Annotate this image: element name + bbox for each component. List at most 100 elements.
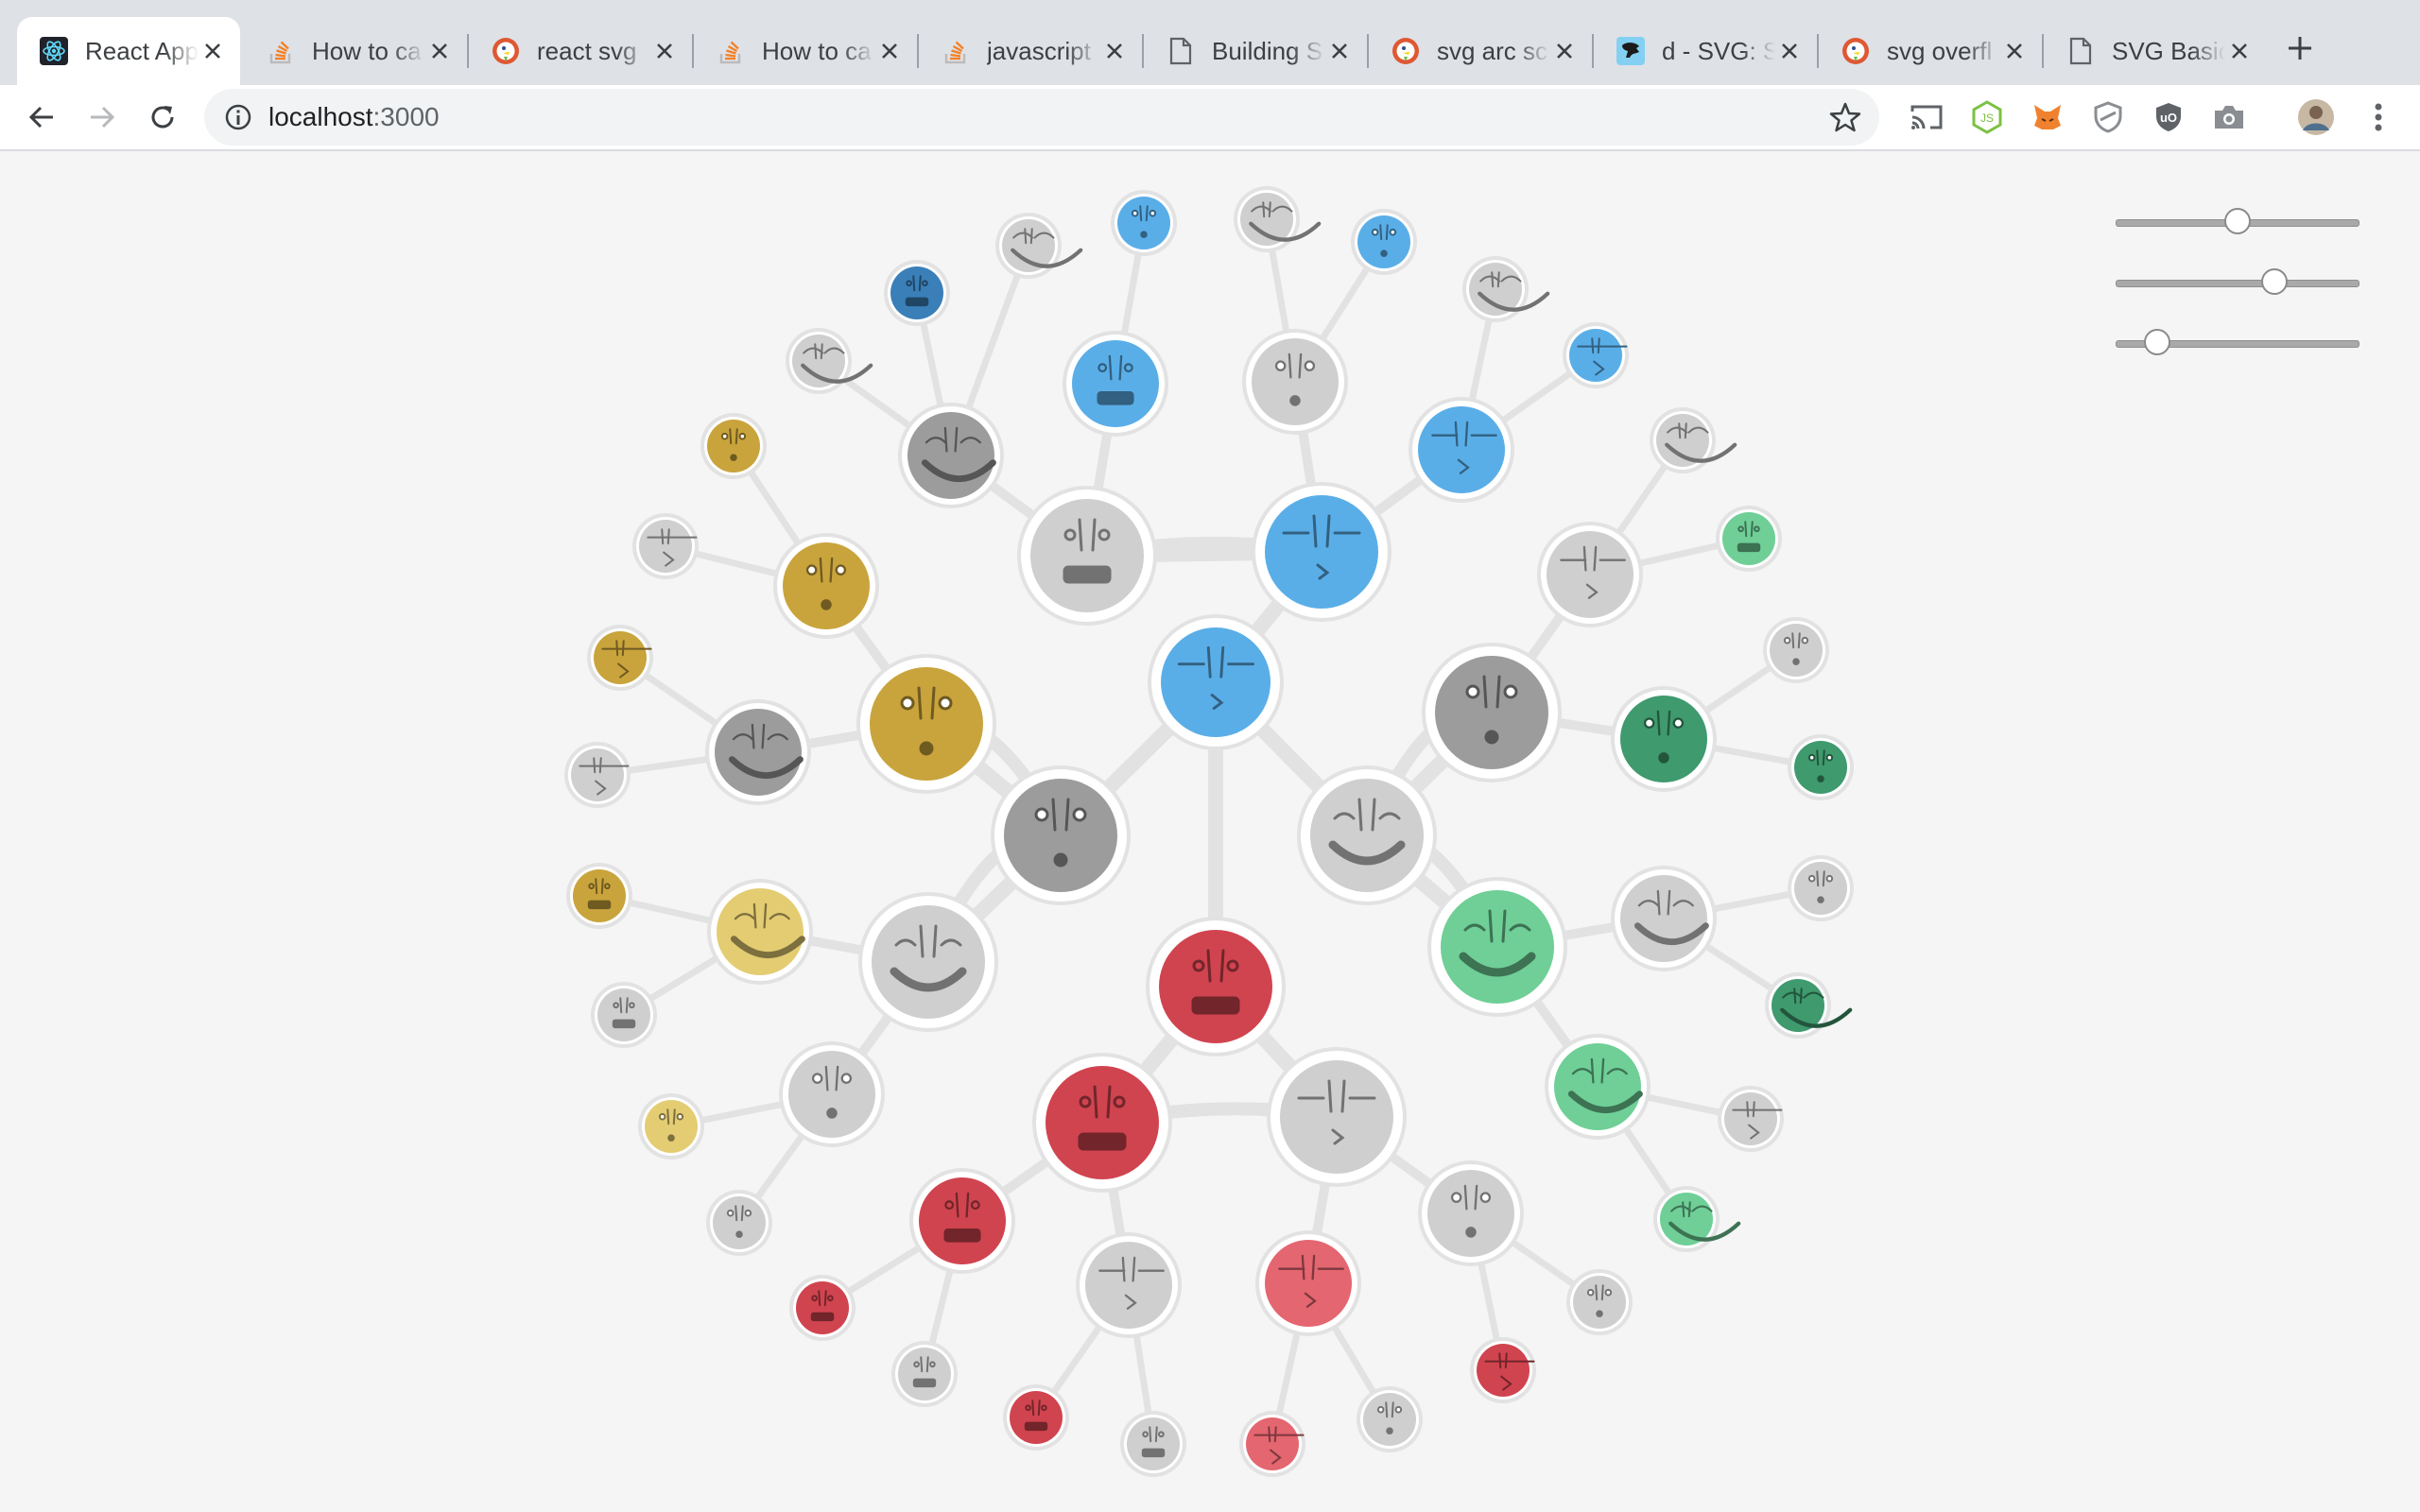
face-node[interactable] [1297, 765, 1437, 905]
face-node[interactable] [1032, 1053, 1172, 1193]
slider-thumb[interactable] [2143, 329, 2170, 355]
slider-2[interactable] [2116, 265, 2360, 302]
face-node[interactable] [1716, 506, 1782, 572]
browser-tab[interactable]: React App [17, 17, 240, 85]
face-node[interactable] [1763, 617, 1829, 683]
close-icon[interactable] [425, 37, 454, 65]
close-icon[interactable] [199, 37, 227, 65]
face-node[interactable] [909, 1168, 1015, 1274]
face-node[interactable] [1788, 855, 1854, 921]
close-icon[interactable] [2225, 37, 2254, 65]
close-icon[interactable] [650, 37, 679, 65]
face-node[interactable] [1427, 877, 1567, 1017]
face-node[interactable] [991, 765, 1131, 905]
face-node[interactable] [858, 892, 998, 1032]
face-node[interactable] [700, 413, 767, 479]
face-node[interactable] [1545, 1034, 1651, 1140]
face-node[interactable] [856, 654, 996, 794]
face-node[interactable] [1017, 486, 1157, 626]
slider-track[interactable] [2116, 280, 2360, 287]
slider-1[interactable] [2116, 204, 2360, 242]
face-node[interactable] [1076, 1232, 1182, 1338]
face-node[interactable] [638, 1093, 704, 1160]
face-node[interactable] [564, 742, 631, 808]
face-node[interactable] [1351, 209, 1417, 275]
cast-icon[interactable] [1906, 96, 1947, 138]
face-node[interactable] [1650, 407, 1737, 473]
nodejs-extension-icon[interactable]: JS [1966, 96, 2008, 138]
profile-avatar[interactable] [2295, 96, 2337, 138]
face-node[interactable] [706, 1190, 772, 1256]
face-node[interactable] [789, 1275, 856, 1341]
face-node[interactable] [779, 1041, 885, 1147]
face-node[interactable] [1409, 397, 1514, 503]
face-node[interactable] [1718, 1086, 1784, 1152]
face-node[interactable] [1239, 1411, 1305, 1477]
face-node[interactable] [891, 1341, 958, 1407]
slider-thumb[interactable] [2224, 208, 2251, 234]
forward-button[interactable] [78, 93, 127, 142]
face-node[interactable] [1357, 1386, 1423, 1452]
info-icon[interactable] [223, 102, 253, 132]
face-node[interactable] [884, 260, 950, 326]
face-node[interactable] [1252, 482, 1392, 622]
face-node[interactable] [1146, 917, 1286, 1057]
slider-thumb[interactable] [2260, 268, 2288, 295]
face-node[interactable] [1111, 190, 1177, 256]
reload-button[interactable] [138, 93, 187, 142]
close-icon[interactable] [1775, 37, 1804, 65]
close-icon[interactable] [1325, 37, 1354, 65]
face-node[interactable] [1563, 322, 1629, 388]
face-node[interactable] [1765, 972, 1853, 1039]
ublock-origin-icon[interactable]: uO [2148, 96, 2189, 138]
face-node[interactable] [1255, 1230, 1361, 1336]
back-button[interactable] [17, 93, 66, 142]
face-node[interactable] [1418, 1160, 1524, 1266]
browser-tab[interactable]: d - SVG: S [1594, 17, 1817, 85]
face-node[interactable] [995, 213, 1083, 279]
browser-tab[interactable]: How to ca [694, 17, 917, 85]
face-node[interactable] [1003, 1384, 1069, 1451]
browser-tab[interactable]: SVG Basic [2044, 17, 2267, 85]
slider-3[interactable] [2116, 325, 2360, 363]
browser-tab[interactable]: How to ca [244, 17, 467, 85]
close-icon[interactable] [875, 37, 904, 65]
metamask-fox-icon[interactable] [2027, 96, 2068, 138]
face-node[interactable] [1611, 686, 1717, 792]
face-node[interactable] [1063, 331, 1168, 437]
face-node[interactable] [591, 982, 657, 1048]
face-node[interactable] [1788, 734, 1854, 800]
face-node[interactable] [1653, 1186, 1741, 1252]
face-node[interactable] [898, 403, 1004, 508]
face-node[interactable] [566, 863, 632, 929]
close-icon[interactable] [2000, 37, 2029, 65]
browser-tab[interactable]: svg arc sc [1369, 17, 1592, 85]
face-node[interactable] [707, 879, 813, 985]
face-node[interactable] [705, 699, 811, 805]
face-node[interactable] [1148, 614, 1284, 750]
browser-tab[interactable]: react svg [469, 17, 692, 85]
new-tab-button[interactable] [2276, 25, 2324, 72]
face-node[interactable] [786, 328, 873, 394]
face-node[interactable] [1611, 866, 1717, 971]
face-node[interactable] [1422, 643, 1562, 782]
face-node[interactable] [587, 625, 653, 691]
face-node[interactable] [1470, 1337, 1536, 1403]
shield-extension-icon[interactable] [2087, 96, 2129, 138]
face-node[interactable] [773, 533, 879, 639]
address-bar[interactable]: localhost:3000 [204, 89, 1879, 146]
browser-tab[interactable]: javascript [919, 17, 1142, 85]
close-icon[interactable] [1100, 37, 1129, 65]
face-node[interactable] [1120, 1411, 1186, 1477]
browser-tab[interactable]: Building S [1144, 17, 1367, 85]
face-node[interactable] [1234, 186, 1322, 252]
face-node[interactable] [1537, 522, 1643, 627]
browser-tab[interactable]: svg overfl [1819, 17, 2042, 85]
kebab-menu-icon[interactable] [2358, 96, 2399, 138]
close-icon[interactable] [1550, 37, 1579, 65]
bookmark-star-icon[interactable] [1828, 100, 1862, 134]
face-node[interactable] [1242, 329, 1348, 435]
face-node[interactable] [632, 513, 699, 579]
face-node[interactable] [1462, 256, 1550, 322]
face-node[interactable] [1267, 1047, 1407, 1187]
